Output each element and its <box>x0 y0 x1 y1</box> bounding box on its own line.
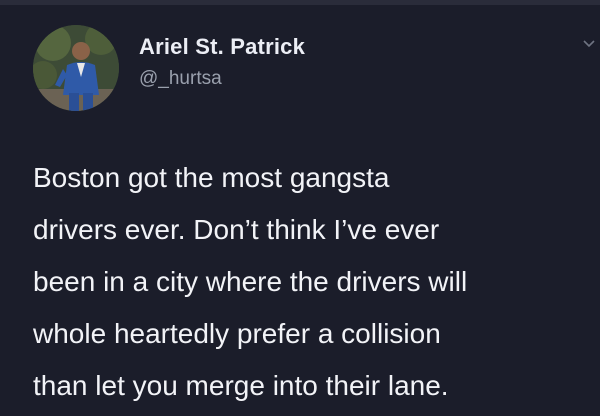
tweet-text: Boston got the most gangsta drivers ever… <box>33 152 593 412</box>
author-handle[interactable]: @_hurtsa <box>139 68 222 90</box>
tweet-text-line: whole heartedly prefer a collision <box>33 318 441 349</box>
tweet-text-line: drivers ever. Don’t think I’ve ever <box>33 214 440 245</box>
chevron-down-icon[interactable] <box>582 36 596 50</box>
avatar[interactable] <box>33 25 119 111</box>
tweet-text-line: than let you merge into their lane. <box>33 370 449 401</box>
tweet-text-line: Boston got the most gangsta <box>33 162 390 193</box>
tweet-card: Ariel St. Patrick @_hurtsa Boston got th… <box>0 0 600 416</box>
author-display-name[interactable]: Ariel St. Patrick <box>139 34 305 60</box>
profile-photo-icon <box>33 25 119 111</box>
tweet-text-line: been in a city where the drivers will <box>33 266 468 297</box>
